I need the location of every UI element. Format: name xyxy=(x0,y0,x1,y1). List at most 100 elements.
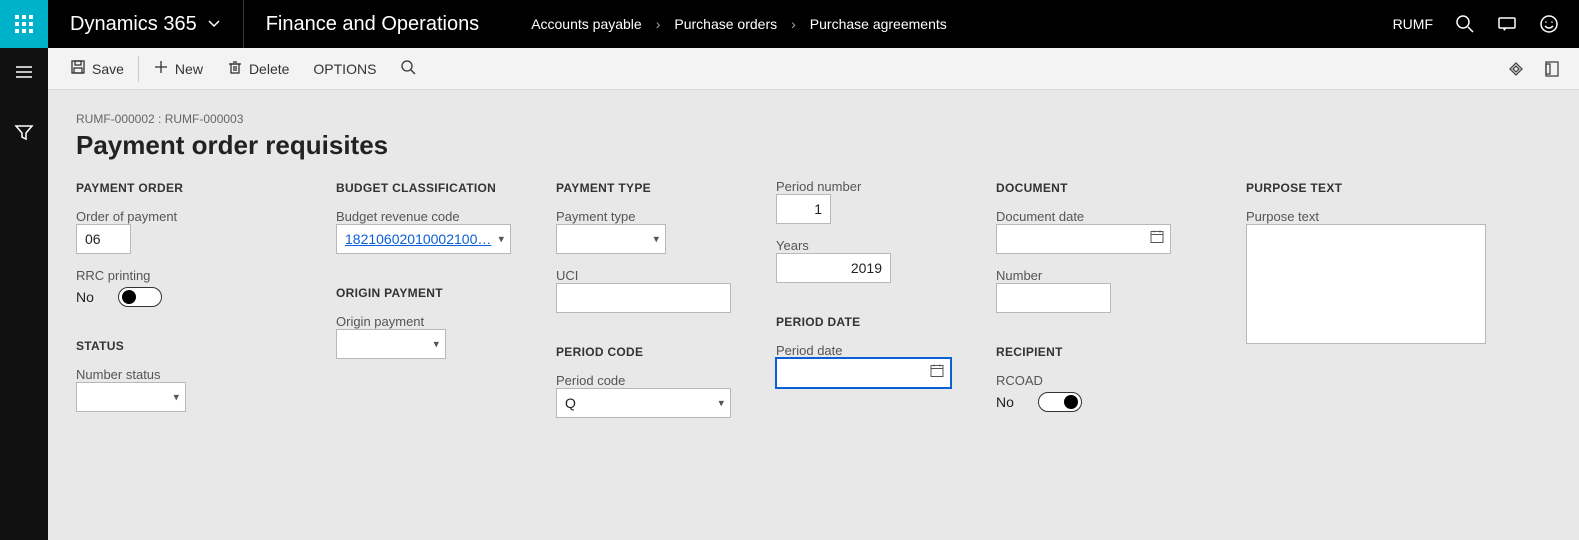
chevron-down-icon: ▾ xyxy=(173,391,179,404)
brand-label: Dynamics 365 xyxy=(70,13,197,36)
rrc-printing-toggle[interactable] xyxy=(118,287,162,307)
crumb-1[interactable]: Purchase orders xyxy=(674,16,777,32)
period-code-head: PERIOD CODE xyxy=(556,345,736,359)
col-budget: BUDGET CLASSIFICATION Budget revenue cod… xyxy=(336,179,516,418)
attach-icon[interactable] xyxy=(1507,60,1525,78)
period-number-label: Period number xyxy=(776,179,956,194)
years-input[interactable] xyxy=(776,253,891,283)
col-purpose: PURPOSE TEXT Purpose text xyxy=(1246,179,1486,418)
waffle-icon xyxy=(15,15,33,33)
delete-label: Delete xyxy=(249,61,289,77)
left-rail xyxy=(0,48,48,540)
chevron-down-icon: ▾ xyxy=(498,233,504,246)
rcoad-toggle[interactable] xyxy=(1038,392,1082,412)
smile-icon[interactable] xyxy=(1539,14,1559,34)
payment-type-head: PAYMENT TYPE xyxy=(556,181,736,195)
order-of-payment-label: Order of payment xyxy=(76,209,296,224)
crumb-0[interactable]: Accounts payable xyxy=(531,16,642,32)
company-code[interactable]: RUMF xyxy=(1393,16,1433,32)
rrc-printing-value: No xyxy=(76,289,94,305)
document-date-label: Document date xyxy=(996,209,1206,224)
number-status-select[interactable]: ▾ xyxy=(76,382,186,412)
document-number-label: Number xyxy=(996,268,1206,283)
period-code-label: Period code xyxy=(556,373,736,388)
origin-payment-label: Origin payment xyxy=(336,314,516,329)
purpose-label: Purpose text xyxy=(1246,209,1486,224)
options-button[interactable]: OPTIONS xyxy=(301,48,388,90)
search-icon xyxy=(400,59,416,78)
period-date-head: PERIOD DATE xyxy=(776,315,956,329)
search-icon[interactable] xyxy=(1455,14,1475,34)
purpose-textarea[interactable] xyxy=(1246,224,1486,344)
period-date-input[interactable] xyxy=(777,359,950,387)
payment-order-head: PAYMENT ORDER xyxy=(76,181,296,195)
calendar-icon[interactable] xyxy=(930,364,944,383)
origin-payment-select[interactable]: ▾ xyxy=(336,329,446,359)
payment-type-select[interactable]: ▾ xyxy=(556,224,666,254)
save-icon xyxy=(70,59,86,78)
document-date-input-wrapper xyxy=(996,224,1171,254)
payment-type-label: Payment type xyxy=(556,209,736,224)
chevron-down-icon: ▾ xyxy=(718,397,724,410)
document-date-input[interactable] xyxy=(997,225,1170,253)
period-code-value: Q xyxy=(565,395,576,411)
period-code-select[interactable]: Q ▾ xyxy=(556,388,731,418)
app-launcher-button[interactable] xyxy=(0,0,48,48)
breadcrumb: Accounts payable › Purchase orders › Pur… xyxy=(501,16,947,32)
action-bar: Save New Delete OPTIONS xyxy=(48,48,1579,90)
chevron-down-icon: ▾ xyxy=(653,233,659,246)
action-sep xyxy=(138,56,139,82)
origin-head: ORIGIN PAYMENT xyxy=(336,286,516,300)
years-label: Years xyxy=(776,238,956,253)
plus-icon xyxy=(153,59,169,78)
period-date-label: Period date xyxy=(776,343,956,358)
budget-rev-code-select[interactable]: 18210602010002100… ▾ xyxy=(336,224,511,254)
options-label: OPTIONS xyxy=(313,61,376,77)
new-button[interactable]: New xyxy=(141,48,215,90)
uci-input[interactable] xyxy=(556,283,731,313)
purpose-head: PURPOSE TEXT xyxy=(1246,181,1486,195)
page-subtitle: RUMF-000002 : RUMF-000003 xyxy=(76,112,1551,126)
topbar-right: RUMF xyxy=(1373,14,1579,34)
top-bar: Dynamics 365 Finance and Operations Acco… xyxy=(0,0,1579,48)
save-label: Save xyxy=(92,61,124,77)
rcoad-label: RCOAD xyxy=(996,373,1206,388)
save-button[interactable]: Save xyxy=(58,48,136,90)
trash-icon xyxy=(227,59,243,78)
col-period-number: Period number Years PERIOD DATE Period d… xyxy=(776,179,956,418)
col-document: DOCUMENT Document date Number RECIPIENT … xyxy=(996,179,1206,418)
new-label: New xyxy=(175,61,203,77)
filter-icon[interactable] xyxy=(14,122,34,142)
number-status-label: Number status xyxy=(76,367,296,382)
document-number-input[interactable] xyxy=(996,283,1111,313)
col-payment-type: PAYMENT TYPE Payment type ▾ UCI PERIOD C… xyxy=(556,179,736,418)
crumb-sep: › xyxy=(656,16,661,32)
office-icon[interactable] xyxy=(1543,60,1561,78)
content-area: RUMF-000002 : RUMF-000003 Payment order … xyxy=(48,90,1579,540)
uci-label: UCI xyxy=(556,268,736,283)
calendar-icon[interactable] xyxy=(1150,230,1164,249)
period-date-input-wrapper xyxy=(776,358,951,388)
budget-rev-code-value: 18210602010002100… xyxy=(345,231,491,247)
rcoad-value: No xyxy=(996,394,1014,410)
crumb-sep: › xyxy=(791,16,796,32)
menu-icon[interactable] xyxy=(14,62,34,82)
rrc-printing-label: RRC printing xyxy=(76,268,296,283)
budget-head: BUDGET CLASSIFICATION xyxy=(336,181,516,195)
module-label: Finance and Operations xyxy=(244,13,501,36)
crumb-2[interactable]: Purchase agreements xyxy=(810,16,947,32)
document-head: DOCUMENT xyxy=(996,181,1206,195)
chevron-down-icon xyxy=(207,17,221,31)
chevron-down-icon: ▾ xyxy=(433,338,439,351)
status-head: STATUS xyxy=(76,339,296,353)
brand-dropdown[interactable]: Dynamics 365 xyxy=(48,0,243,48)
col-payment-order: PAYMENT ORDER Order of payment RRC print… xyxy=(76,179,296,418)
action-search-button[interactable] xyxy=(388,48,428,90)
page-title: Payment order requisites xyxy=(76,130,1551,161)
period-number-input[interactable] xyxy=(776,194,831,224)
messages-icon[interactable] xyxy=(1497,14,1517,34)
recipient-head: RECIPIENT xyxy=(996,345,1206,359)
budget-rev-code-label: Budget revenue code xyxy=(336,209,516,224)
delete-button[interactable]: Delete xyxy=(215,48,301,90)
order-of-payment-input[interactable] xyxy=(76,224,131,254)
